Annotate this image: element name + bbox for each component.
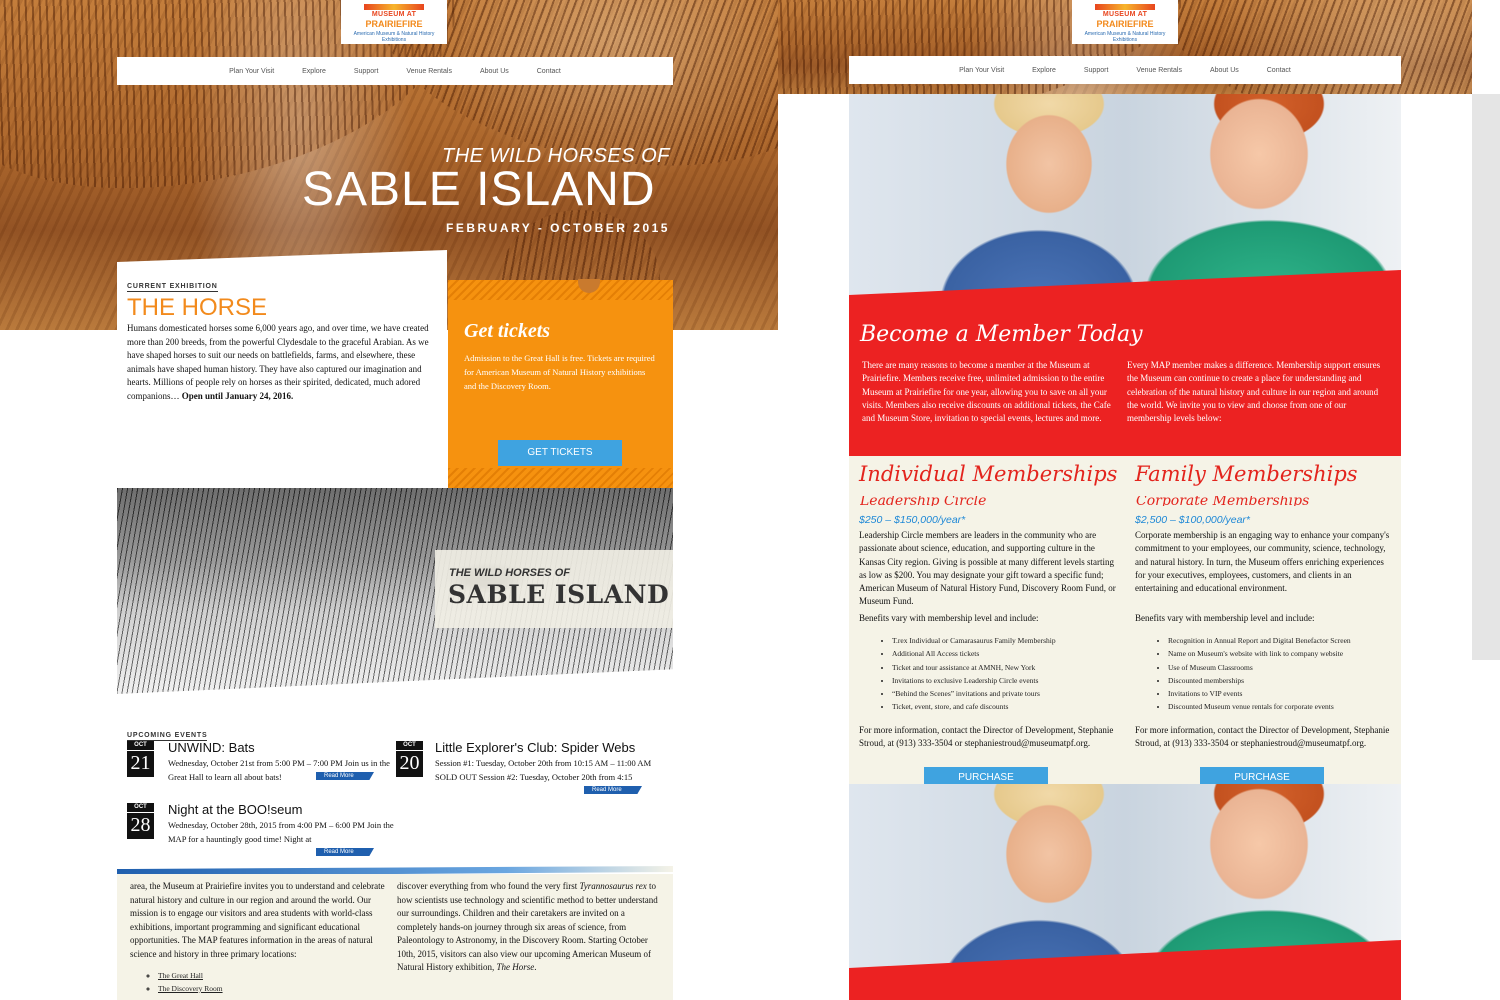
main-nav: Plan Your Visit Explore Support Venue Re… <box>117 57 673 85</box>
nav-about-us[interactable]: About Us <box>466 68 523 75</box>
event-desc: Wednesday, October 28th, 2015 from 4:00 … <box>168 820 394 844</box>
about-col2-end: . <box>534 962 537 972</box>
benefit-item: Invitations to exclusive Leadership Circ… <box>892 674 1056 687</box>
about-col2-italic: Tyrannosaurus rex <box>579 881 647 891</box>
family-ghost-heading: Corporate Memberships <box>1136 496 1310 506</box>
nav-contact[interactable]: Contact <box>523 68 575 75</box>
event-day: 28 <box>130 814 151 836</box>
scrollbar-track[interactable] <box>1472 94 1500 660</box>
individual-ghost-heading: Leadership Circle <box>860 496 987 506</box>
benefit-item: Name on Museum's website with link to co… <box>1168 647 1351 660</box>
nav-plan-your-visit[interactable]: Plan Your Visit <box>945 67 1018 74</box>
logo-line3: American Museum & Natural History Exhibi… <box>353 31 435 43</box>
individual-price: $250 – $150,000/year* <box>859 514 966 526</box>
about-col1: area, the Museum at Prairiefire invites … <box>130 881 385 959</box>
benefit-item: T.rex Individual or Camarasaurus Family … <box>892 634 1056 647</box>
about-col2: discover everything from who found the v… <box>397 880 663 975</box>
member-title: Become a Member Today <box>860 322 1143 347</box>
individual-benefits-intro: Benefits vary with membership level and … <box>859 613 1039 623</box>
member-col1: There are many reasons to become a membe… <box>862 360 1111 424</box>
link-discovery-room[interactable]: The Discovery Room <box>158 982 223 995</box>
exhibition-open-until: Open until January 24, 2016. <box>181 390 294 401</box>
benefit-item: “Behind the Scenes” invitations and priv… <box>892 687 1056 700</box>
museum-logo[interactable]: MUSEUM AT PRAIRIEFIRE American Museum & … <box>341 0 447 44</box>
tickets-title: Get tickets <box>464 320 551 342</box>
family-price: $2,500 – $100,000/year* <box>1135 514 1251 526</box>
tickets-body: Admission to the Great Hall is free. Tic… <box>464 353 655 391</box>
nav-support[interactable]: Support <box>1070 67 1123 74</box>
family-body: Corporate membership is an engaging way … <box>1135 530 1390 594</box>
nav-explore[interactable]: Explore <box>288 68 340 75</box>
logo-line2: PRAIRIEFIRE <box>1096 19 1154 29</box>
individual-body: Leadership Circle members are leaders in… <box>859 530 1116 607</box>
event-date-badge: OCT 28 <box>127 803 154 839</box>
individual-benefits: T.rex Individual or Camarasaurus Family … <box>859 634 1056 714</box>
kids-photo <box>849 94 1401 304</box>
about-col2-text2: to how scientists use technology and sci… <box>397 881 658 972</box>
event-desc: Session #1: Tuesday, October 20th from 1… <box>435 758 652 782</box>
benefit-item: Ticket, event, store, and cafe discounts <box>892 700 1056 713</box>
exhibition-title: THE HORSE <box>127 294 268 321</box>
logo-line1: MUSEUM AT <box>371 11 417 18</box>
about-col2-italic2: The Horse <box>496 962 535 972</box>
nav-plan-your-visit[interactable]: Plan Your Visit <box>215 68 288 75</box>
logo-roof-icon <box>1095 4 1155 10</box>
nav-venue-rentals[interactable]: Venue Rentals <box>1122 67 1196 74</box>
ticket-stripe-bottom <box>448 468 673 488</box>
event-date-badge: OCT 20 <box>396 741 423 777</box>
logo-roof-icon <box>364 4 424 10</box>
hero-date: FEBRUARY - OCTOBER 2015 <box>446 221 670 235</box>
event-title[interactable]: Little Explorer's Club: Spider Webs <box>435 740 635 755</box>
sable-subtitle: THE WILD HORSES OF <box>449 567 570 579</box>
nav-support[interactable]: Support <box>340 68 393 75</box>
nav-explore[interactable]: Explore <box>1018 67 1070 74</box>
exhibition-label-wrap: CURRENT EXHIBITION <box>127 275 218 293</box>
benefit-item: Invitations to VIP events <box>1168 687 1351 700</box>
logo-line2: PRAIRIEFIRE <box>365 19 423 29</box>
about-links: The Great Hall The Discovery Room <box>110 969 223 995</box>
individual-title: Individual Memberships <box>859 462 1118 486</box>
family-contact: For more information, contact the Direct… <box>1135 725 1390 749</box>
ticket-stripe-top <box>448 280 673 300</box>
exhibition-body-text: Humans domesticated horses some 6,000 ye… <box>127 323 429 401</box>
logo-line3: American Museum & Natural History Exhibi… <box>1084 31 1166 43</box>
read-more-button[interactable]: Read More <box>584 786 642 794</box>
family-benefits-intro: Benefits vary with membership level and … <box>1135 613 1315 623</box>
nav-about-us[interactable]: About Us <box>1196 67 1253 74</box>
read-more-button[interactable]: Read More <box>316 848 374 856</box>
main-nav: Plan Your Visit Explore Support Venue Re… <box>849 56 1401 84</box>
benefit-item: Discounted Museum venue rentals for corp… <box>1168 700 1351 713</box>
about-col2-text: discover everything from who found the v… <box>397 881 580 891</box>
hero-title: SABLE ISLAND <box>302 163 656 216</box>
nav-contact[interactable]: Contact <box>1253 67 1305 74</box>
family-title: Family Memberships <box>1135 462 1358 486</box>
family-benefits: Recognition in Annual Report and Digital… <box>1135 634 1351 714</box>
sable-title: SABLE ISLAND <box>448 580 670 609</box>
logo-line1: MUSEUM AT <box>1102 11 1148 18</box>
benefit-item: Ticket and tour assistance at AMNH, New … <box>892 661 1056 674</box>
get-tickets-button[interactable]: GET TICKETS <box>498 440 622 466</box>
member-col2: Every MAP member makes a difference. Mem… <box>1127 360 1381 424</box>
event-day: 20 <box>399 752 420 774</box>
individual-contact: For more information, contact the Direct… <box>859 725 1114 749</box>
benefit-item: Additional All Access tickets <box>892 647 1056 660</box>
museum-logo[interactable]: MUSEUM AT PRAIRIEFIRE American Museum & … <box>1072 0 1178 44</box>
benefit-item: Use of Museum Classrooms <box>1168 661 1351 674</box>
exhibition-label: CURRENT EXHIBITION <box>127 283 218 292</box>
benefit-item: Recognition in Annual Report and Digital… <box>1168 634 1351 647</box>
benefit-item: Discounted memberships <box>1168 674 1351 687</box>
event-title[interactable]: Night at the BOO!seum <box>168 802 302 817</box>
event-month: OCT <box>127 741 154 751</box>
read-more-button[interactable]: Read More <box>316 772 374 780</box>
event-month: OCT <box>127 803 154 813</box>
event-day: 21 <box>130 752 151 774</box>
nav-venue-rentals[interactable]: Venue Rentals <box>392 68 466 75</box>
event-month: OCT <box>396 741 423 751</box>
link-great-hall[interactable]: The Great Hall <box>158 969 223 982</box>
event-title[interactable]: UNWIND: Bats <box>168 740 255 755</box>
exhibition-body: Humans domesticated horses some 6,000 ye… <box>127 322 432 403</box>
event-date-badge: OCT 21 <box>127 741 154 777</box>
